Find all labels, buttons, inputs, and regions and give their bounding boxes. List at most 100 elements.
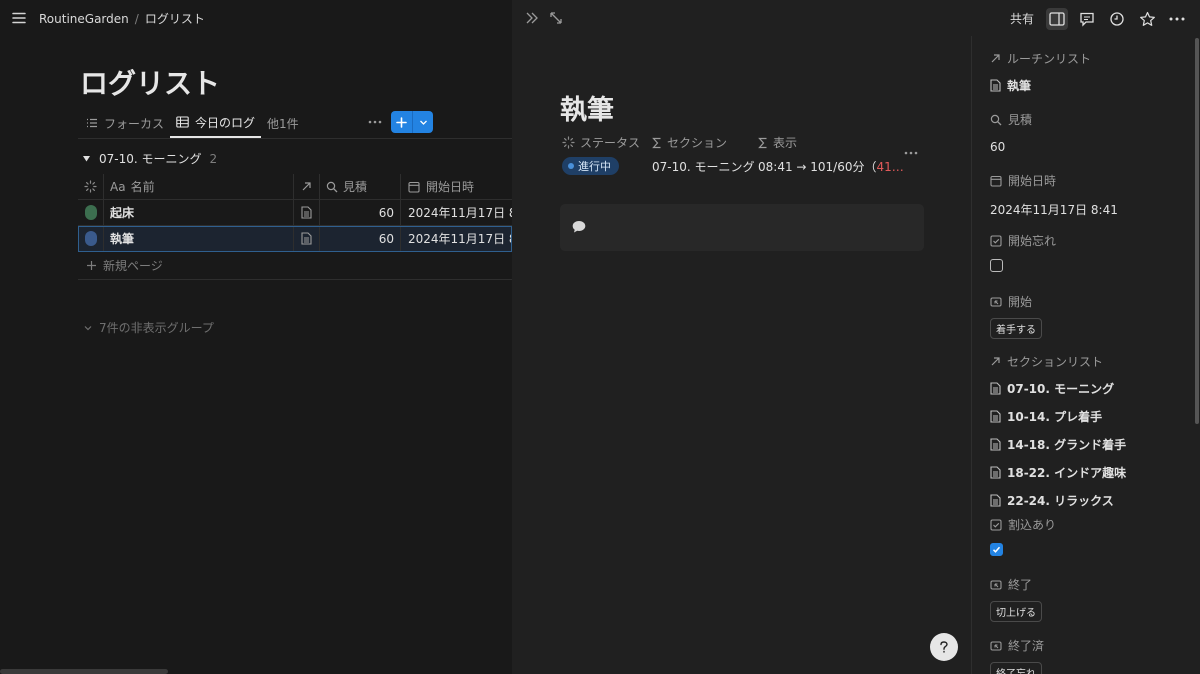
name-cell[interactable]: 執筆 [104,226,294,251]
plus-icon[interactable] [391,111,413,133]
status-badge[interactable]: 進行中 [562,157,619,175]
estimate-header-label: 見積 [343,180,368,194]
group-count: 2 [209,151,218,166]
menu-icon[interactable] [11,10,27,26]
breadcrumb: RoutineGarden / ログリスト [39,10,205,27]
sidebar-divider [971,36,972,674]
status-header-label: ステータス [580,136,641,150]
breadcrumb-page[interactable]: ログリスト [145,10,205,27]
more-properties-icon[interactable] [903,145,919,161]
more-options-icon[interactable] [366,113,384,131]
new-entry-button[interactable] [391,111,433,133]
help-icon[interactable] [930,633,958,661]
display-property-header[interactable]: 表示 [758,134,797,151]
relation-cell[interactable] [294,226,320,251]
start-property: 開始 着手する [990,293,1190,339]
hidden-groups-label: 7件の非表示グループ [99,321,214,335]
relation-column-header[interactable] [294,174,320,199]
ended-label-text: 終了済 [1008,639,1045,653]
status-column-header[interactable] [78,174,104,199]
share-button[interactable]: 共有 [1006,7,1038,30]
plus-icon [86,260,97,271]
chevron-down-icon [83,323,93,333]
name-column-header[interactable]: Aa 名前 [104,174,294,199]
document-icon [990,466,1001,479]
search-icon [326,181,338,193]
routine-list-property: ルーチンリスト 執筆 [990,50,1190,94]
estimate-cell[interactable]: 60 [320,226,401,251]
interrupt-checkbox[interactable] [990,543,1003,556]
star-icon[interactable] [1136,8,1158,30]
end-label: 終了 [990,576,1190,593]
start-task-button[interactable]: 着手する [990,318,1042,339]
section-link[interactable]: 22-24. リラックス [990,492,1190,509]
start-cell[interactable]: 2024年11月17日 8: [401,200,512,225]
calendar-icon [990,175,1002,187]
new-page-row[interactable]: 新規ページ [78,252,512,280]
expand-icon[interactable] [548,10,564,26]
relation-cell[interactable] [294,200,320,225]
start-datetime-label-text: 開始日時 [1008,174,1057,188]
entry-title[interactable]: 執筆 [560,88,614,127]
estimate-column-header[interactable]: 見積 [320,174,401,199]
routine-list-label-text: ルーチンリスト [1007,52,1092,66]
routine-list-link[interactable]: 執筆 [990,77,1190,94]
section-property-header[interactable]: セクション [652,134,758,151]
end-label-text: 終了 [1008,578,1033,592]
sidebar-toggle-icon[interactable] [1046,7,1068,30]
tab-more-views[interactable]: 他1件 [261,108,305,138]
section-link[interactable]: 10-14. プレ着手 [990,408,1190,425]
history-clock-icon[interactable] [1106,8,1128,30]
ended-property: 終了済 終了忘れ [990,637,1190,674]
start-datetime-value[interactable]: 2024年11月17日 8:41 [990,201,1190,218]
document-icon [990,494,1001,507]
start-cell[interactable]: 2024年11月17日 8: [401,226,512,251]
display-over-value: 41… [876,159,904,174]
forgot-end-button[interactable]: 終了忘れ [990,662,1042,674]
table-row[interactable]: 起床 60 2024年11月17日 8: [78,200,512,226]
chevron-down-icon[interactable] [413,111,433,133]
section-link[interactable]: 07-10. モーニング [990,380,1190,397]
triangle-down-icon[interactable] [82,154,91,163]
document-icon [301,206,312,219]
start-column-header[interactable]: 開始日時 [401,174,512,199]
button-property-icon [990,579,1002,591]
horizontal-scrollbar[interactable] [0,669,168,674]
end-property: 終了 切上げる [990,576,1190,622]
table-row[interactable]: 執筆 60 2024年11月17日 8: [78,226,512,252]
estimate-value[interactable]: 60 [990,140,1190,154]
estimate-label: 見積 [990,111,1190,128]
status-cell[interactable] [78,200,104,225]
display-header-label: 表示 [773,136,798,150]
estimate-label-text: 見積 [1008,113,1033,127]
status-property-header[interactable]: ステータス [562,134,652,151]
vertical-scrollbar[interactable] [1195,38,1199,424]
section-link[interactable]: 18-22. インドア趣味 [990,464,1190,481]
comment-icon[interactable] [1076,8,1098,30]
document-icon [990,438,1001,451]
breadcrumb-workspace[interactable]: RoutineGarden [39,12,129,26]
tab-focus[interactable]: フォーカス [80,108,170,138]
hidden-groups-toggle[interactable]: 7件の非表示グループ [83,319,214,336]
section-link[interactable]: 14-18. グランド着手 [990,436,1190,453]
more-options-icon[interactable] [1166,8,1188,30]
comment-box[interactable] [560,204,924,251]
ended-label: 終了済 [990,637,1190,654]
estimate-cell[interactable]: 60 [320,200,401,225]
status-value-cell[interactable]: 進行中 [562,157,652,175]
status-badge-label: 進行中 [578,160,611,173]
section-header-label: セクション [667,136,728,150]
tab-label: 他1件 [267,116,299,131]
search-icon [990,114,1002,126]
close-peek-icon[interactable] [524,10,540,26]
status-cell[interactable] [78,226,104,251]
status-badge-dot [568,163,574,169]
section-list-label: セクションリスト [990,353,1190,370]
table-icon [176,116,189,128]
name-cell[interactable]: 起床 [104,200,294,225]
forgot-start-checkbox[interactable] [990,259,1003,272]
tab-today-log[interactable]: 今日のログ [170,108,262,138]
cut-short-button[interactable]: 切上げる [990,601,1042,622]
group-header[interactable]: 07-10. モーニング 2 [82,150,217,167]
section-list-property: セクションリスト 07-10. モーニング 10-14. プレ着手 14-18.… [990,353,1190,509]
